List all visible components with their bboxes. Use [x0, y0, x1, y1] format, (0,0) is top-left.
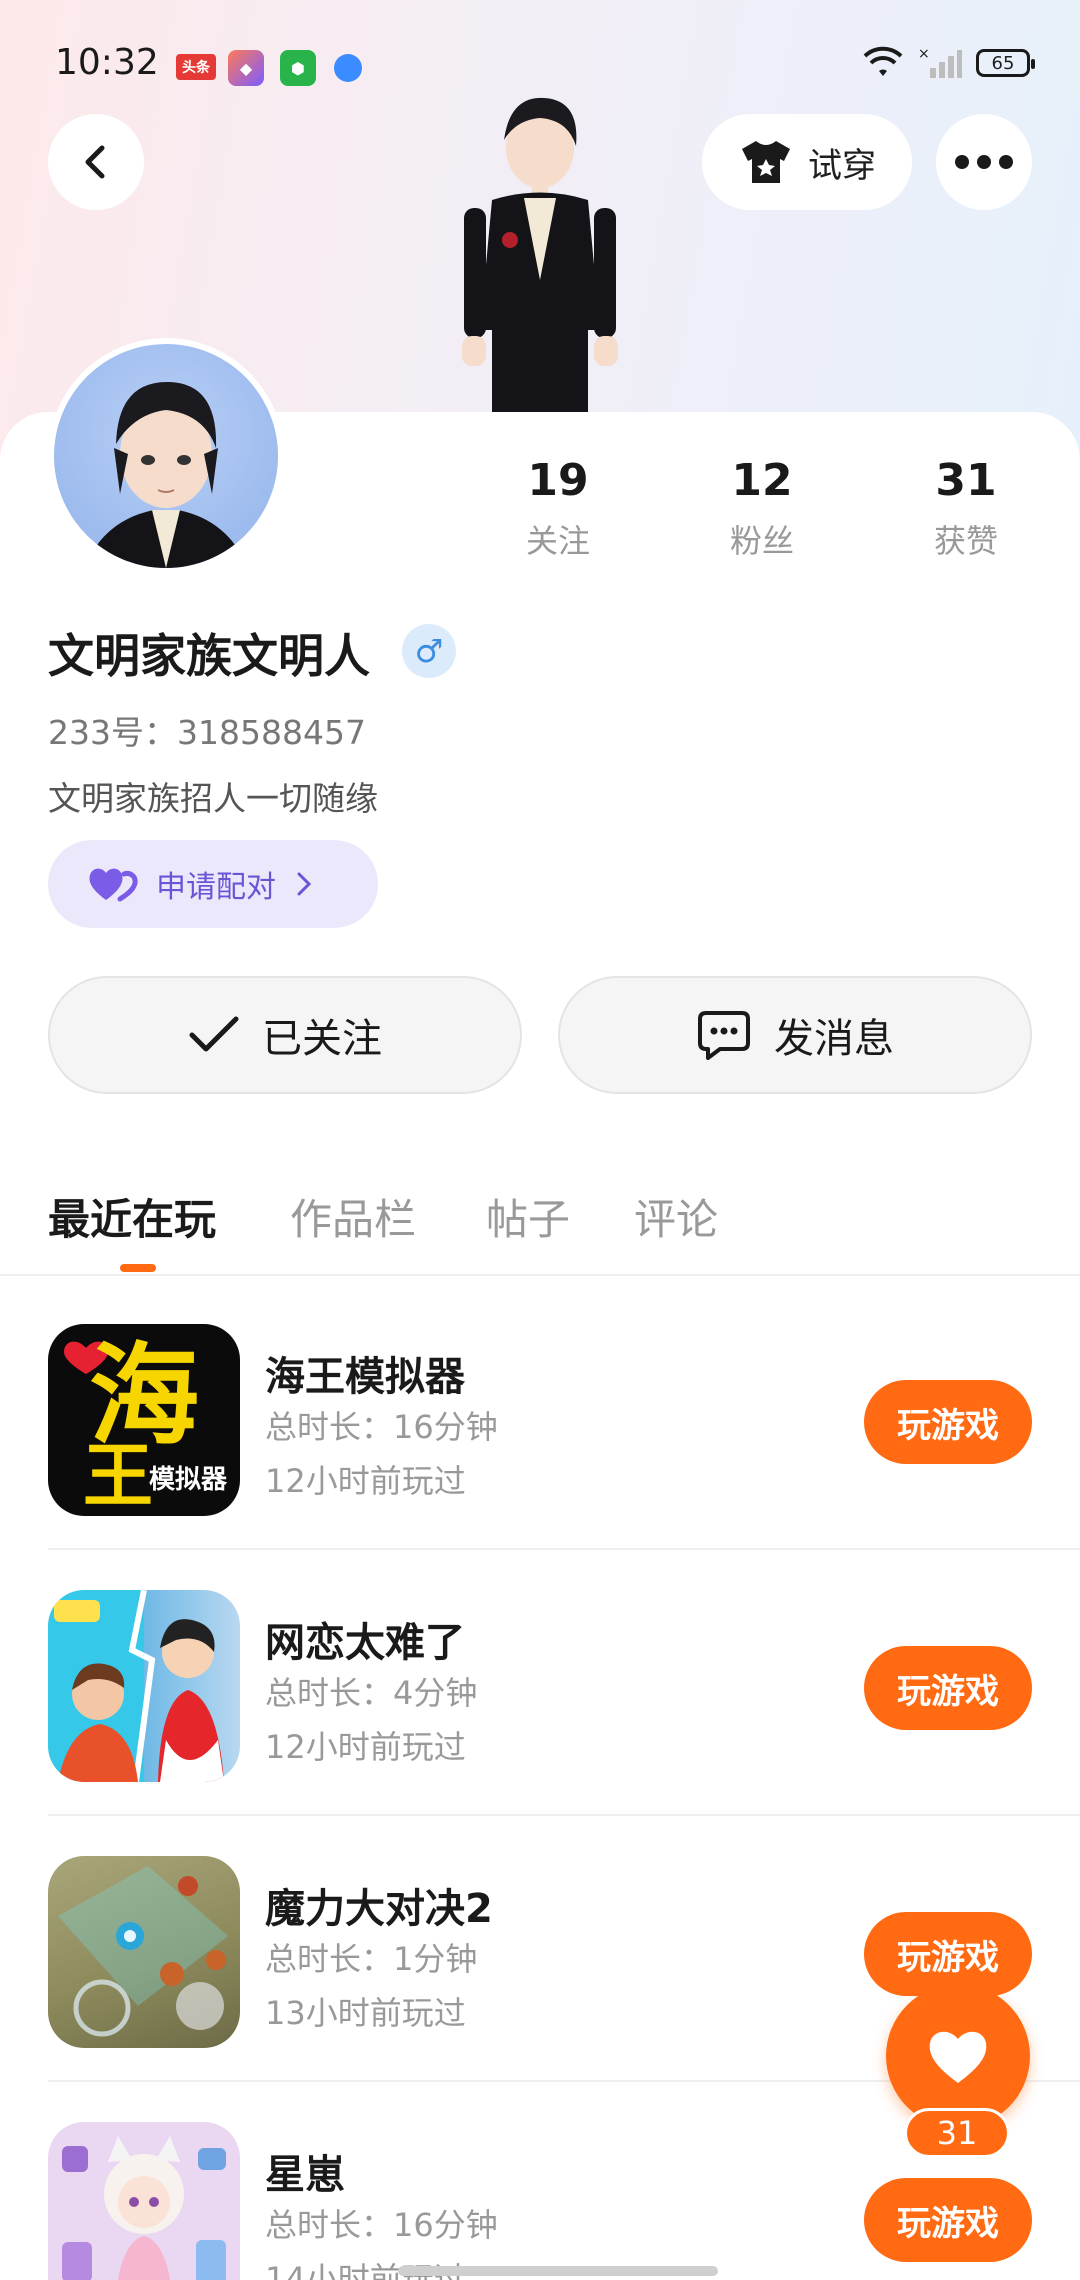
home-indicator[interactable]: [398, 2266, 718, 2276]
stat-likes[interactable]: 31 获赞: [886, 455, 1046, 562]
xingzai-game-icon: [48, 2122, 240, 2280]
game-duration: 总时长：16分钟: [265, 2206, 498, 2244]
game-name: 魔力大对决2: [265, 1886, 493, 1932]
profile-bio: 文明家族招人一切随缘: [48, 779, 378, 818]
check-icon: [189, 1016, 239, 1052]
haiwang-game-art: 海 王 模拟器: [64, 1332, 228, 1516]
back-button[interactable]: [48, 114, 144, 210]
stat-likes-value: 31: [935, 455, 997, 506]
game-name: 网恋太难了: [265, 1620, 465, 1666]
tshirt-icon: [742, 141, 790, 183]
game-last-played: 12小时前玩过: [265, 1728, 466, 1766]
stat-likes-label: 获赞: [933, 522, 998, 560]
system-icons: × 65: [862, 46, 1035, 80]
chevron-right-icon: [297, 872, 312, 896]
list-item[interactable]: 海 王 模拟器 海王模拟器 总时长：16分钟 12小时前玩过 玩游戏: [0, 1284, 1080, 1550]
wanglian-game-art: [54, 1590, 224, 1782]
heart-icon: [929, 2031, 987, 2083]
toutiao-notification-icon: 头条: [176, 54, 216, 80]
like-button[interactable]: [886, 1984, 1030, 2128]
wanglian-game-icon: [48, 1590, 240, 1782]
blue-app-notification-icon: [334, 54, 362, 82]
stat-fans-value: 12: [731, 455, 793, 506]
play-game-button[interactable]: 玩游戏: [864, 2178, 1032, 2262]
try-on-label: 试穿: [808, 145, 876, 186]
list-item[interactable]: 网恋太难了 总时长：4分钟 12小时前玩过 玩游戏: [0, 1550, 1080, 1816]
game-last-played: 13小时前玩过: [265, 1994, 466, 2032]
svg-text:王: 王: [83, 1435, 153, 1516]
svg-text:模拟器: 模拟器: [149, 1465, 228, 1495]
chevron-left-icon: [85, 145, 105, 179]
stat-fans-label: 粉丝: [729, 522, 794, 560]
chat-bubble-icon: [698, 1011, 750, 1060]
avatar-character-figure: [462, 97, 618, 415]
game-duration: 总时长：1分钟: [265, 1940, 478, 1978]
try-on-button[interactable]: 试穿: [702, 114, 912, 210]
tab-comments[interactable]: 评论: [634, 1186, 718, 1247]
stat-following-value: 19: [527, 455, 589, 506]
profile-uid: 233号：318588457: [48, 713, 366, 752]
like-count-badge: 31: [904, 2108, 1010, 2158]
play-game-button[interactable]: 玩游戏: [864, 1912, 1032, 1996]
app-notification-icon: ◆: [228, 50, 264, 86]
stat-following-label: 关注: [525, 522, 590, 560]
play-game-button[interactable]: 玩游戏: [864, 1646, 1032, 1730]
tab-works[interactable]: 作品栏: [290, 1186, 416, 1247]
followed-label: 已关注: [262, 1016, 382, 1062]
game-name: 星崽: [265, 2152, 345, 2198]
profile-username: 文明家族文明人: [48, 629, 370, 683]
android-notification-icon: ⬢: [280, 50, 316, 86]
game-name: 海王模拟器: [265, 1354, 465, 1400]
more-options-button[interactable]: [936, 114, 1032, 210]
game-last-played: 12小时前玩过: [265, 1462, 466, 1500]
status-time: 10:32: [55, 42, 159, 83]
game-duration: 总时长：16分钟: [265, 1408, 498, 1446]
tab-posts[interactable]: 帖子: [486, 1186, 570, 1247]
battery-level: 65: [991, 52, 1015, 74]
stat-following[interactable]: 19 关注: [478, 455, 638, 562]
send-message-label: 发消息: [774, 1016, 894, 1062]
signal-icon: ×: [918, 46, 962, 78]
heart-pair-icon: [89, 868, 138, 902]
svg-text:×: ×: [918, 46, 930, 62]
moli-game-icon: [48, 1856, 240, 2048]
profile-tabs: 最近在玩 作品栏 帖子 评论: [0, 1176, 1080, 1276]
game-duration: 总时长：4分钟: [265, 1674, 478, 1712]
wifi-icon: [863, 46, 903, 76]
play-game-button[interactable]: 玩游戏: [864, 1380, 1032, 1464]
apply-pair-button[interactable]: 申请配对: [48, 840, 378, 928]
stat-fans[interactable]: 12 粉丝: [682, 455, 842, 562]
apply-pair-label: 申请配对: [156, 870, 276, 905]
send-message-button[interactable]: 发消息: [558, 976, 1032, 1094]
followed-button[interactable]: 已关注: [48, 976, 522, 1094]
tab-recently-played[interactable]: 最近在玩: [48, 1186, 216, 1247]
battery-icon: 65: [976, 49, 1035, 77]
avatar-portrait: [84, 381, 248, 568]
xingzai-game-art: [62, 2136, 226, 2280]
male-gender-icon: ♂: [402, 624, 456, 678]
haiwang-game-icon: 海 王 模拟器: [48, 1324, 240, 1516]
moli-game-art: [58, 1866, 228, 2037]
active-tab-indicator: [120, 1264, 156, 1272]
more-dots-icon: [955, 155, 1013, 169]
avatar[interactable]: [48, 338, 284, 574]
